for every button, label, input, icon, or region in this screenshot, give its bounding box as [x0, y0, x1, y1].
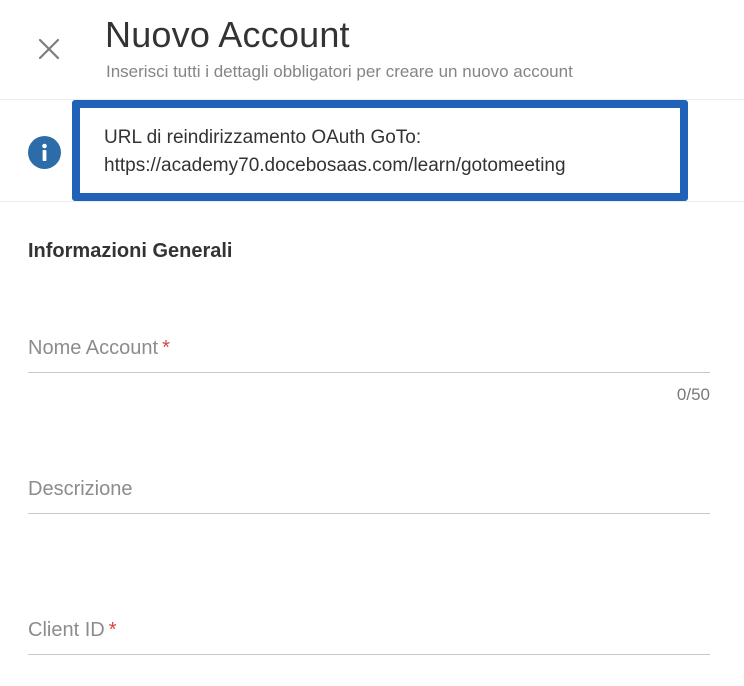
oauth-redirect-url[interactable]: https://academy70.docebosaas.com/learn/g… — [104, 155, 566, 177]
account-name-input[interactable] — [28, 333, 710, 372]
description-field[interactable]: Descrizione — [28, 474, 710, 514]
info-icon — [28, 136, 61, 169]
page-subtitle: Inserisci tutti i dettagli obbligatori p… — [106, 62, 573, 81]
close-icon — [38, 38, 60, 60]
page-title: Nuovo Account — [105, 14, 350, 55]
client-id-field[interactable]: Client ID * — [28, 615, 710, 655]
info-banner: URL di reindirizzamento OAuth GoTo: http… — [0, 100, 744, 202]
account-name-field[interactable]: Nome Account * — [28, 333, 710, 373]
modal-header: Nuovo Account Inserisci tutti i dettagli… — [0, 0, 744, 100]
highlight-box — [72, 100, 688, 201]
client-id-input[interactable] — [28, 615, 710, 654]
oauth-redirect-label: URL di reindirizzamento OAuth GoTo: — [104, 127, 422, 148]
section-title: Informazioni Generali — [28, 240, 233, 262]
character-counter: 0/50 — [676, 385, 710, 404]
close-button[interactable] — [30, 30, 68, 68]
description-input[interactable] — [28, 474, 710, 513]
